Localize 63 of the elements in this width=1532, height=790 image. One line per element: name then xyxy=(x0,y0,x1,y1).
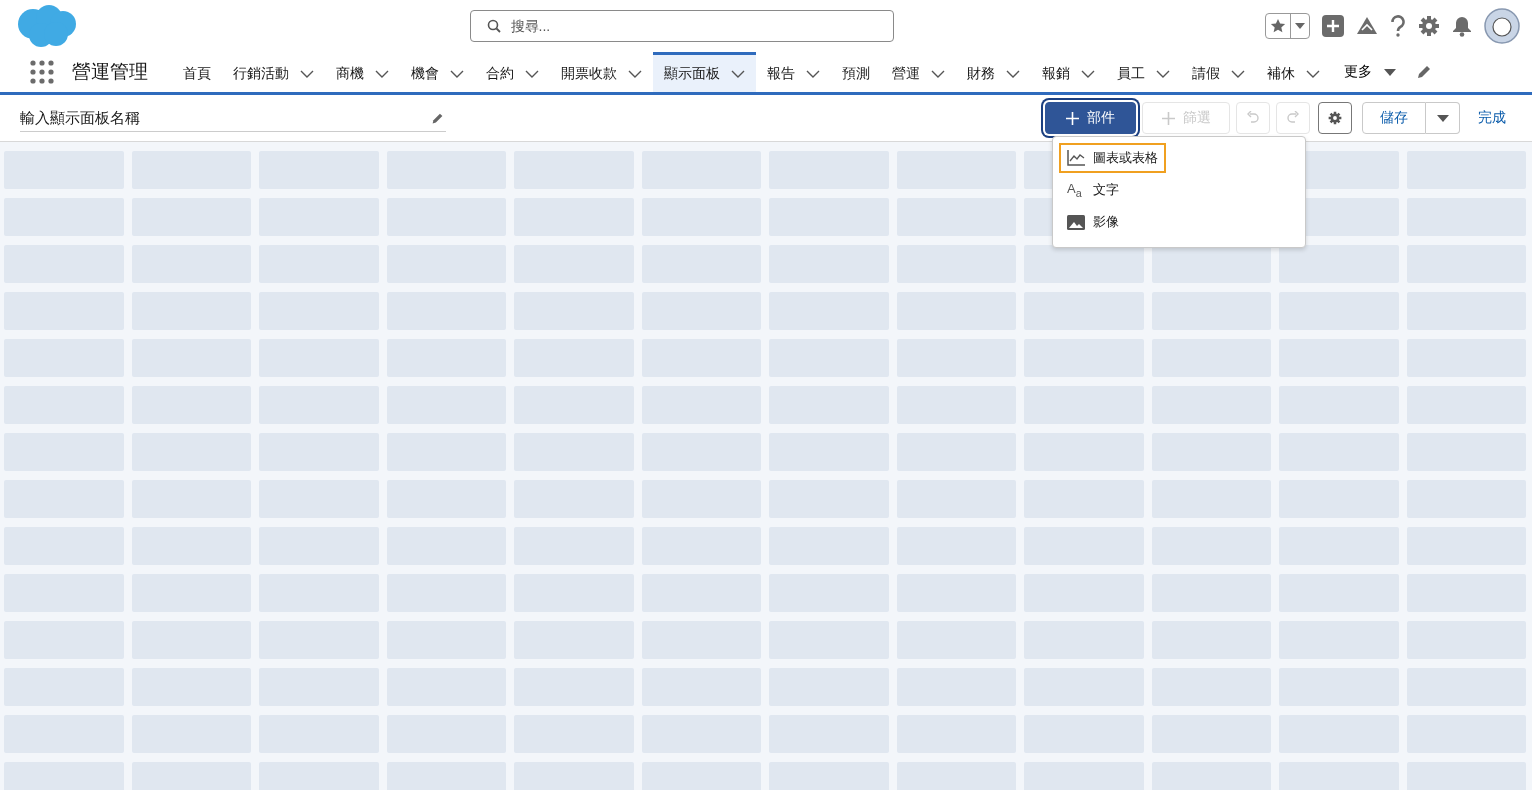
app-name: 營運管理 xyxy=(72,60,148,84)
chevron-icon xyxy=(731,69,745,78)
add-icon[interactable] xyxy=(1322,15,1344,37)
dashboard-name-field[interactable]: 輸入顯示面板名稱 xyxy=(20,106,446,132)
chevron-icon xyxy=(1081,69,1095,78)
undo-icon xyxy=(1246,111,1260,125)
edit-icon[interactable] xyxy=(1416,64,1432,80)
chevron-icon xyxy=(375,69,389,78)
menu-item[interactable]: 圖表或表格 xyxy=(1059,143,1166,173)
done-link[interactable]: 完成 xyxy=(1466,102,1506,134)
menu-item[interactable]: 影像 xyxy=(1059,207,1127,237)
menu-item[interactable]: A$_{a}$ 文字 xyxy=(1059,175,1127,205)
nav-tab[interactable]: 預測 xyxy=(831,52,881,92)
settings-icon[interactable] xyxy=(1418,15,1440,37)
nav-tab[interactable]: 行銷活動 xyxy=(222,52,325,92)
nav-tab[interactable]: 報銷 xyxy=(1031,52,1106,92)
nav-tab[interactable]: 補休 xyxy=(1256,52,1331,92)
chevron-icon xyxy=(525,69,539,78)
save-button[interactable]: 儲存 xyxy=(1362,102,1426,134)
avatar[interactable] xyxy=(1484,8,1520,44)
edit-icon xyxy=(431,112,444,125)
nav-tab[interactable]: 首頁 xyxy=(172,52,222,92)
redo-icon xyxy=(1286,111,1300,125)
plus-icon xyxy=(1161,111,1175,125)
chevron-icon xyxy=(300,69,314,78)
chevron-icon xyxy=(1306,69,1320,78)
app-launcher-icon[interactable] xyxy=(30,60,54,84)
nav-tab[interactable]: 開票收款 xyxy=(550,52,653,92)
image-icon xyxy=(1067,214,1085,230)
cloud-logo[interactable] xyxy=(16,4,78,48)
caret-icon xyxy=(1384,68,1396,76)
nav-tab[interactable]: 顯示面板 xyxy=(653,52,756,92)
caret-icon xyxy=(1436,114,1449,122)
bell-icon[interactable] xyxy=(1452,15,1472,37)
nav-tab[interactable]: 營運 xyxy=(881,52,956,92)
favorites-button[interactable] xyxy=(1265,13,1310,39)
mountain-icon[interactable] xyxy=(1356,16,1378,36)
chevron-icon xyxy=(628,69,642,78)
search-icon xyxy=(486,19,501,33)
chevron-icon xyxy=(450,69,464,78)
settings-icon xyxy=(1328,111,1342,125)
more-tab[interactable]: 更多 xyxy=(1331,52,1406,92)
nav-tab[interactable]: 報告 xyxy=(756,52,831,92)
plus-icon xyxy=(1066,111,1079,125)
help-icon[interactable] xyxy=(1390,15,1406,37)
caret-icon xyxy=(1295,23,1305,29)
chevron-icon xyxy=(1231,69,1245,78)
save-menu-button[interactable] xyxy=(1426,102,1460,134)
search-field[interactable]: 搜尋... xyxy=(469,10,894,42)
chevron-icon xyxy=(1156,69,1170,78)
star-icon xyxy=(1270,18,1286,34)
nav-tab[interactable]: 請假 xyxy=(1181,52,1256,92)
nav-tab[interactable]: 機會 xyxy=(400,52,475,92)
chevron-icon xyxy=(806,69,820,78)
nav-tab[interactable]: 商機 xyxy=(325,52,400,92)
nav-tab[interactable]: 員工 xyxy=(1106,52,1181,92)
chevron-icon xyxy=(1006,69,1020,78)
line-chart-icon xyxy=(1067,150,1085,166)
nav-tab[interactable]: 財務 xyxy=(956,52,1031,92)
chevron-icon xyxy=(931,69,945,78)
settings-button[interactable] xyxy=(1318,102,1352,134)
nav-tab[interactable]: 合約 xyxy=(475,52,550,92)
text-format-icon: A$_{a}$ xyxy=(1067,181,1085,199)
